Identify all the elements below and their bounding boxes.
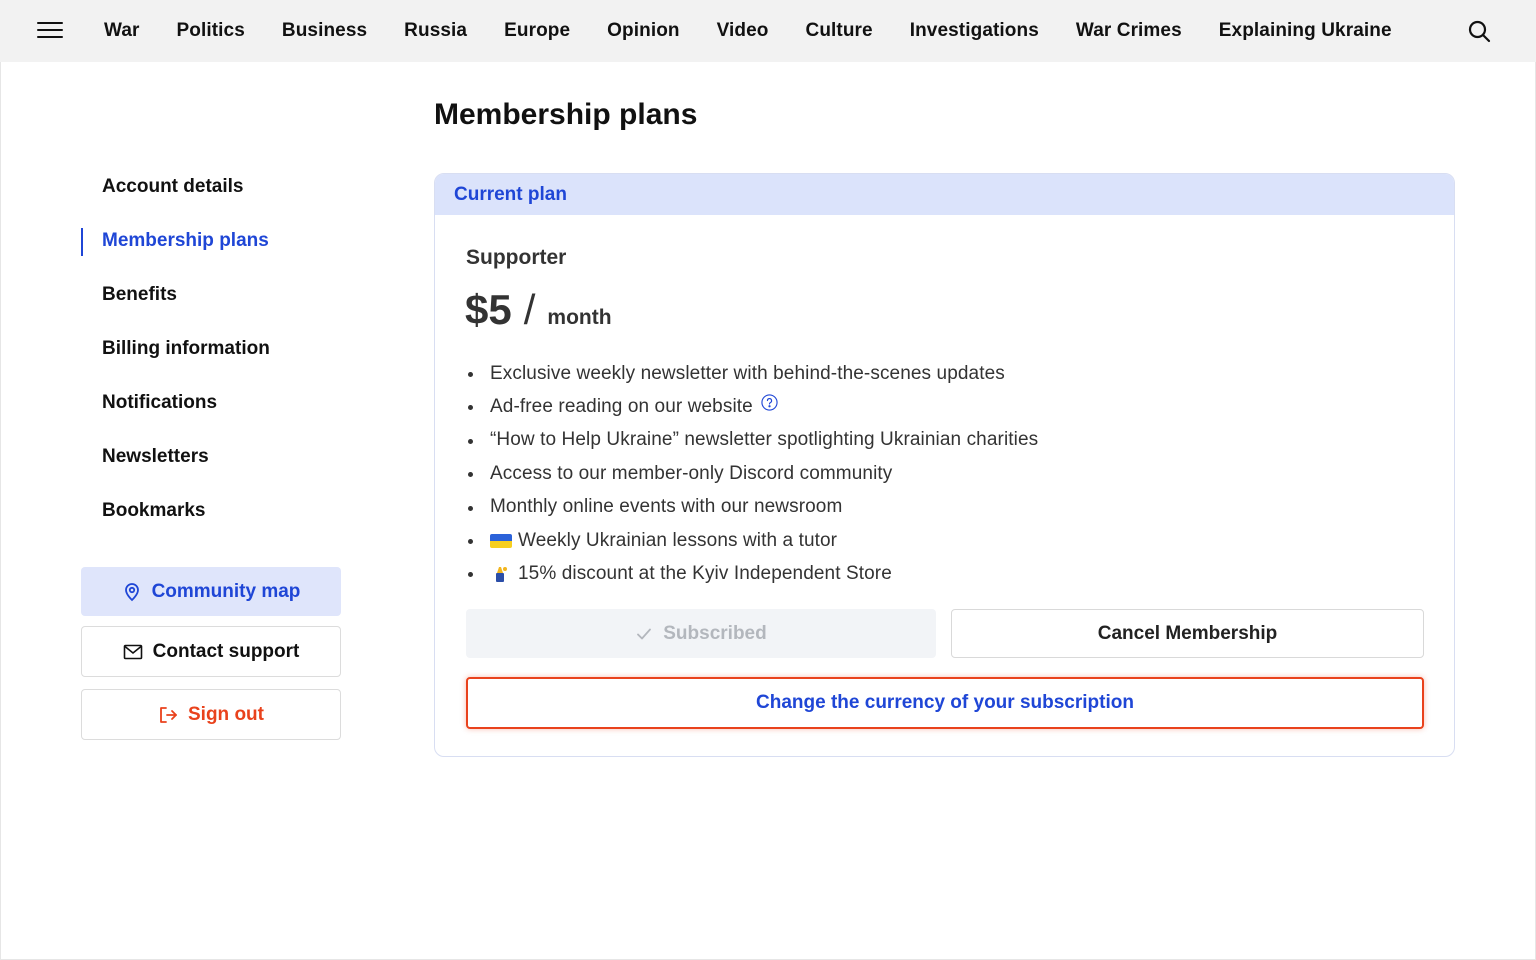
sidebar-item-billing-information[interactable]: Billing information — [81, 322, 343, 376]
sign-out-button[interactable]: Sign out — [81, 689, 341, 740]
nav-link-politics[interactable]: Politics — [177, 20, 245, 42]
plan-name: Supporter — [466, 246, 567, 269]
benefit-text: Monthly online events with our newsroom — [490, 496, 843, 518]
plan-price: $5 / month — [465, 286, 612, 334]
sidebar-item-account-details[interactable]: Account details — [81, 160, 343, 214]
benefit-text: Exclusive weekly newsletter with behind-… — [490, 362, 1005, 384]
nav-link-explaining-ukraine[interactable]: Explaining Ukraine — [1219, 20, 1392, 42]
list-item: Monthly online events with our newsroom — [466, 491, 1038, 524]
list-item: 15% discount at the Kyiv Independent Sto… — [466, 557, 1038, 590]
benefit-text: “How to Help Ukraine” newsletter spotlig… — [490, 429, 1039, 451]
list-item: Weekly Ukrainian lessons with a tutor — [466, 524, 1038, 557]
top-nav: War Politics Business Russia Europe Opin… — [0, 0, 1536, 62]
benefit-text: 15% discount at the Kyiv Independent Sto… — [518, 563, 892, 585]
cancel-membership-button[interactable]: Cancel Membership — [951, 609, 1424, 658]
benefit-text: Weekly Ukrainian lessons with a tutor — [518, 529, 838, 551]
map-pin-icon — [124, 582, 139, 601]
search-icon[interactable] — [1467, 19, 1491, 43]
current-plan-header: Current plan — [435, 174, 1454, 215]
community-map-label: Community map — [151, 580, 301, 602]
sidebar-item-benefits[interactable]: Benefits — [81, 268, 343, 322]
sidebar-item-newsletters[interactable]: Newsletters — [81, 430, 343, 484]
list-item: “How to Help Ukraine” newsletter spotlig… — [466, 424, 1038, 457]
sidebar-item-membership-plans[interactable]: Membership plans — [81, 214, 343, 268]
nav-link-opinion[interactable]: Opinion — [607, 20, 679, 42]
checkmark-icon — [637, 628, 652, 639]
list-item: Ad-free reading on our website — [466, 390, 1038, 423]
nav-link-russia[interactable]: Russia — [404, 20, 467, 42]
list-item: Exclusive weekly newsletter with behind-… — [466, 357, 1038, 390]
list-item: Access to our member-only Discord commun… — [466, 457, 1038, 490]
ukraine-flag-icon — [490, 533, 512, 548]
envelope-icon — [123, 644, 142, 659]
sign-out-icon — [160, 706, 177, 723]
nav-link-culture[interactable]: Culture — [806, 20, 873, 42]
nav-link-investigations[interactable]: Investigations — [910, 20, 1039, 42]
benefits-list: Exclusive weekly newsletter with behind-… — [466, 357, 1038, 591]
nav-link-business[interactable]: Business — [282, 20, 367, 42]
nav-link-video[interactable]: Video — [717, 20, 769, 42]
sign-out-label: Sign out — [188, 703, 264, 725]
contact-support-label: Contact support — [152, 640, 300, 662]
price-period: month — [547, 306, 612, 329]
benefit-text: Ad-free reading on our website — [490, 396, 753, 418]
subscribed-button: Subscribed — [466, 609, 936, 658]
price-separator: / — [523, 286, 536, 333]
nav-link-war-crimes[interactable]: War Crimes — [1076, 20, 1182, 42]
price-amount: $5 — [465, 286, 512, 333]
sidebar-item-notifications[interactable]: Notifications — [81, 376, 343, 430]
store-gift-icon — [496, 567, 507, 583]
nav-link-europe[interactable]: Europe — [504, 20, 570, 42]
hamburger-menu-icon[interactable] — [37, 22, 63, 40]
nav-link-war[interactable]: War — [104, 20, 140, 42]
page-title: Membership plans — [434, 98, 698, 131]
benefit-text: Access to our member-only Discord commun… — [490, 462, 893, 484]
sidebar-item-bookmarks[interactable]: Bookmarks — [81, 484, 343, 538]
account-sidebar: Account details Membership plans Benefit… — [81, 160, 343, 538]
nav-links: War Politics Business Russia Europe Opin… — [104, 0, 1429, 62]
change-currency-button[interactable]: Change the currency of your subscription — [466, 677, 1424, 729]
subscribed-label: Subscribed — [663, 622, 767, 644]
community-map-button[interactable]: Community map — [81, 567, 341, 616]
contact-support-button[interactable]: Contact support — [81, 626, 341, 677]
current-plan-card: Current plan Supporter $5 / month Exclus… — [434, 173, 1455, 757]
help-circle-icon[interactable] — [761, 393, 778, 411]
